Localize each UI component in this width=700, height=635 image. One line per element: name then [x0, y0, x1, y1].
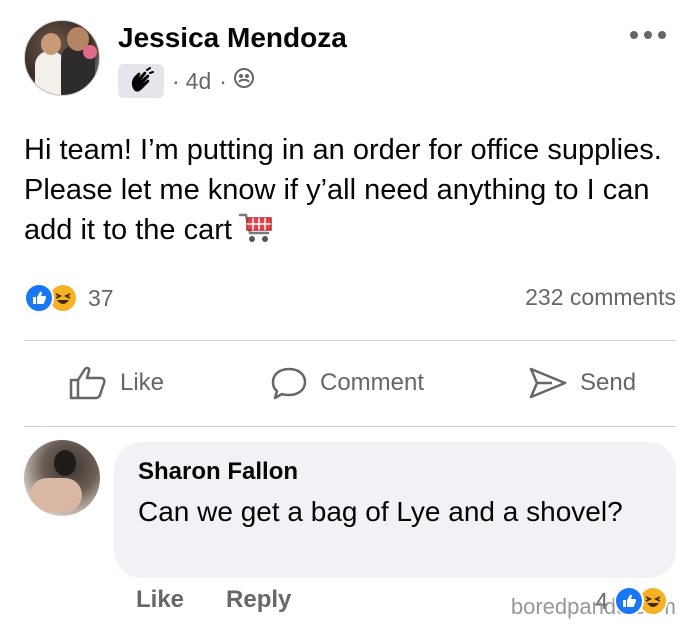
comment-actions: Like Reply — [136, 586, 333, 614]
post-body: Hi team! I’m putting in an order for off… — [24, 130, 664, 256]
reaction-count: 37 — [88, 284, 114, 311]
send-button[interactable]: Send — [528, 342, 636, 424]
send-label: Send — [580, 369, 637, 396]
post-text: Hi team! I’m putting in an order for off… — [24, 134, 662, 246]
action-bar: Like Comment Send — [24, 342, 676, 424]
commenter-avatar[interactable] — [24, 440, 100, 516]
reaction-summary[interactable]: 37 — [24, 282, 114, 314]
author-name[interactable]: Jessica Mendoza — [118, 22, 347, 54]
comment-icon — [271, 367, 307, 400]
divider — [24, 340, 676, 341]
commenter-name[interactable]: Sharon Fallon — [138, 458, 298, 486]
comment-text: Can we get a bag of Lye and a shovel? — [138, 496, 623, 527]
send-icon — [529, 367, 567, 399]
like-reaction-icon — [614, 586, 644, 616]
comments-count[interactable]: 232 comments — [525, 284, 676, 311]
post-meta: · 4d · — [118, 64, 255, 98]
comment-button[interactable]: Comment — [270, 342, 424, 424]
like-button[interactable]: Like — [68, 342, 164, 424]
divider — [24, 426, 676, 427]
post-time[interactable]: 4d — [186, 68, 212, 95]
waving-hand-icon[interactable] — [118, 64, 164, 98]
comment-bubble: Sharon Fallon Can we get a bag of Lye an… — [114, 442, 676, 578]
comment-reply-button[interactable]: Reply — [226, 586, 291, 614]
post-header: Jessica Mendoza · 4d · — [24, 20, 676, 110]
like-reaction-icon — [24, 283, 54, 313]
comment-label: Comment — [320, 369, 425, 396]
comment-like-button[interactable]: Like — [136, 586, 184, 614]
like-label: Like — [120, 369, 165, 396]
author-avatar[interactable] — [24, 20, 100, 96]
thumbs-up-icon — [69, 366, 106, 400]
shopping-cart-icon — [238, 211, 274, 256]
more-options-icon[interactable] — [630, 28, 666, 42]
group-icon — [233, 67, 255, 95]
